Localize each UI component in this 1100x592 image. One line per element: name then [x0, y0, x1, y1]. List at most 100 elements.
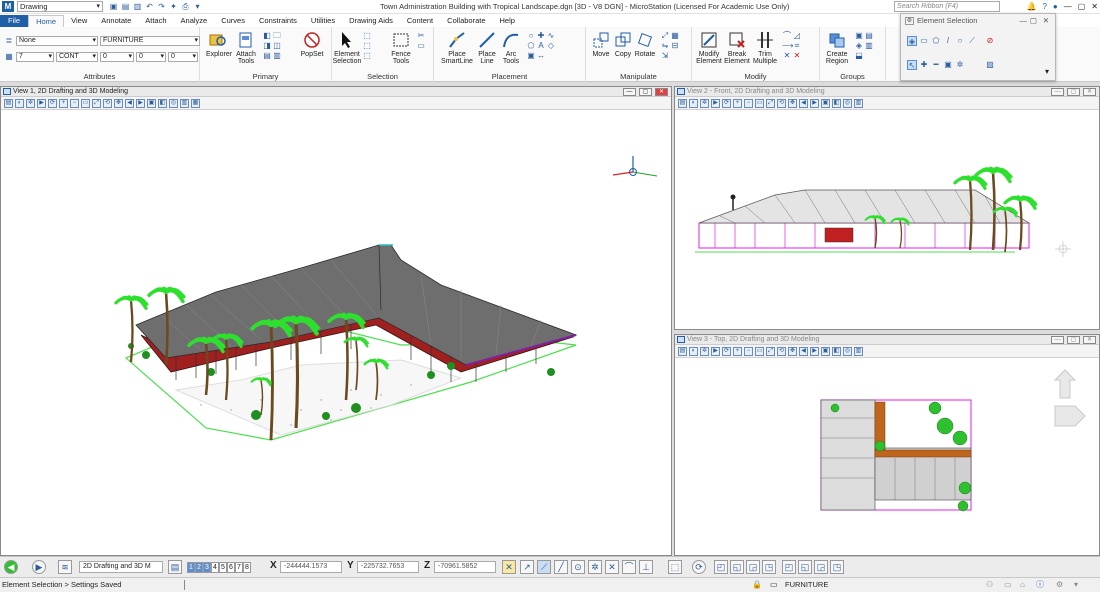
view-button-2[interactable]: 2 [195, 562, 203, 573]
view-3-maximize-button[interactable]: ▢ [1067, 336, 1080, 344]
invert-mode-icon[interactable]: ▣ [943, 60, 953, 70]
levels-icon[interactable]: ▥ [272, 51, 282, 61]
notification-bell-icon[interactable]: 🔔 [1026, 0, 1036, 13]
clear-icon[interactable]: ▨ [985, 60, 995, 70]
view-button-6[interactable]: 6 [227, 562, 235, 573]
panel-expand-icon[interactable]: ▾ [1045, 67, 1049, 76]
group-icon[interactable]: ▣ [854, 31, 864, 41]
view-2[interactable]: View 2 - Front, 2D Drafting and 3D Model… [674, 86, 1100, 330]
partial-delete-icon[interactable]: ⌗ [792, 41, 802, 51]
view-attributes-icon[interactable]: ▤ [678, 98, 687, 108]
view-previous-icon[interactable]: ◀ [125, 98, 134, 108]
info-icon[interactable]: ⓘ [1036, 578, 1044, 592]
qat-menu-icon[interactable]: ▾ [193, 2, 202, 11]
rotate-button[interactable]: Rotate [634, 31, 656, 58]
camera-icon[interactable]: ◎ [843, 98, 852, 108]
copy-button[interactable]: Copy [612, 31, 634, 58]
lighting-icon[interactable]: ✲ [26, 98, 35, 108]
fillet-icon[interactable]: ⌒ [782, 31, 792, 41]
clip-volume-icon[interactable]: ◧ [158, 98, 167, 108]
nearest-snap-icon[interactable]: ╱ [554, 560, 568, 574]
cut-icon[interactable]: ✂ [416, 31, 426, 41]
user-icon[interactable]: ● [1053, 0, 1058, 13]
minimize-button[interactable]: — [1064, 0, 1072, 13]
arc-tools-button[interactable]: Arc Tools [500, 31, 522, 65]
add-mode-icon[interactable]: ✚ [919, 60, 929, 70]
tab-attach[interactable]: Attach [138, 15, 173, 27]
deselect-all-icon[interactable]: ⊘ [985, 36, 995, 46]
clip-volume-icon[interactable]: ◧ [832, 346, 841, 356]
transparency-combo[interactable]: 0 [136, 52, 166, 62]
lighting-icon[interactable]: ✲ [700, 346, 709, 356]
center-snap-icon[interactable]: ⊙ [571, 560, 585, 574]
camera-icon[interactable]: ◎ [169, 98, 178, 108]
view-attributes-icon[interactable]: ▤ [4, 98, 13, 108]
tab-constraints[interactable]: Constraints [252, 15, 304, 27]
view-cube-6-icon[interactable]: ◱ [798, 560, 812, 574]
view-2-close-button[interactable]: ✕ [1083, 88, 1096, 96]
stretch-icon[interactable]: ⇲ [660, 51, 670, 61]
tab-annotate[interactable]: Annotate [94, 15, 138, 27]
select-all-mode-icon[interactable]: ✲ [955, 60, 965, 70]
accudraw-icon[interactable]: ✕ [502, 560, 516, 574]
forward-icon[interactable]: ▶ [32, 560, 46, 574]
view-3-minimize-button[interactable]: — [1051, 336, 1064, 344]
folder-icon[interactable]: 🗀 [272, 31, 282, 41]
pan-view-icon[interactable]: ✥ [788, 346, 797, 356]
rotate-view-icon[interactable]: ⟲ [777, 346, 786, 356]
view-previous-icon[interactable]: ◀ [799, 98, 808, 108]
level-manager-icon[interactable]: ◧ [262, 31, 272, 41]
update-view-icon[interactable]: ⟳ [48, 98, 57, 108]
tab-analyze[interactable]: Analyze [174, 15, 215, 27]
lock-icon[interactable]: 🔒 [752, 578, 762, 592]
view-3[interactable]: View 3 - Top, 2D Drafting and 3D Modelin… [674, 334, 1100, 556]
zoom-out-icon[interactable]: − [744, 346, 753, 356]
display-style-icon[interactable]: ◐ [689, 98, 698, 108]
sync-icon[interactable]: ⟳ [692, 560, 706, 574]
lighting-icon[interactable]: ✲ [700, 98, 709, 108]
save-icon[interactable]: ▤ [121, 2, 130, 11]
shape-icon[interactable]: ◇ [546, 41, 556, 51]
saved-view-icon[interactable]: ≋ [58, 560, 72, 574]
snap-mode-icon[interactable]: ⬚ [668, 560, 682, 574]
properties-icon[interactable]: ▤ [262, 51, 272, 61]
view-1-close-button[interactable]: ✕ [655, 88, 668, 96]
intersection-snap-icon[interactable]: ✕ [605, 560, 619, 574]
view-button-1[interactable]: 1 [187, 562, 195, 573]
display-style-icon[interactable]: ◐ [15, 98, 24, 108]
help-icon[interactable]: ? [1042, 0, 1046, 13]
back-icon[interactable]: ◀ [4, 560, 18, 574]
tab-drawing-aids[interactable]: Drawing Aids [342, 15, 400, 27]
view-cube-8-icon[interactable]: ◳ [830, 560, 844, 574]
view-next-icon[interactable]: ▶ [810, 346, 819, 356]
zoom-out-icon[interactable]: − [744, 98, 753, 108]
panel-minimize-button[interactable]: — [1020, 14, 1028, 28]
saved-views-icon[interactable]: ▥ [180, 98, 189, 108]
view-3-close-button[interactable]: ✕ [1083, 336, 1096, 344]
fence-modify-icon[interactable]: ▭ [416, 41, 426, 51]
view-flags-icon[interactable]: ▶ [711, 98, 720, 108]
zoom-out-icon[interactable]: − [70, 98, 79, 108]
fence-tools-button[interactable]: Fence Tools [388, 31, 414, 65]
panel-gear-icon[interactable]: ⚙ [905, 17, 914, 25]
clear-selection-icon[interactable]: ⬚ [362, 51, 372, 61]
view-groups-icon[interactable]: ▤ [168, 560, 182, 574]
shape-method-icon[interactable]: ⬠ [931, 36, 941, 46]
view-rotation-icon[interactable]: ▦ [191, 98, 200, 108]
view-cube-2-icon[interactable]: ◱ [730, 560, 744, 574]
camera-icon[interactable]: ◎ [843, 346, 852, 356]
models-icon[interactable]: ◨ [262, 41, 272, 51]
view-2-minimize-button[interactable]: — [1051, 88, 1064, 96]
level-combo[interactable]: None [16, 36, 98, 46]
mirror-icon[interactable]: ⇋ [660, 41, 670, 51]
chamfer-icon[interactable]: ◿ [792, 31, 802, 41]
maximize-button[interactable]: ▢ [1078, 0, 1086, 13]
window-area-icon[interactable]: ▭ [81, 98, 90, 108]
modify-element-button[interactable]: Modify Element [696, 31, 722, 65]
zoom-in-icon[interactable]: + [733, 98, 742, 108]
fit-view-icon[interactable]: ⤢ [766, 98, 775, 108]
workspace-dropdown[interactable]: Drawing ▾ [17, 1, 103, 12]
redo-icon[interactable]: ↷ [157, 2, 166, 11]
zoom-in-icon[interactable]: + [59, 98, 68, 108]
active-level[interactable]: FURNITURE [785, 578, 828, 592]
